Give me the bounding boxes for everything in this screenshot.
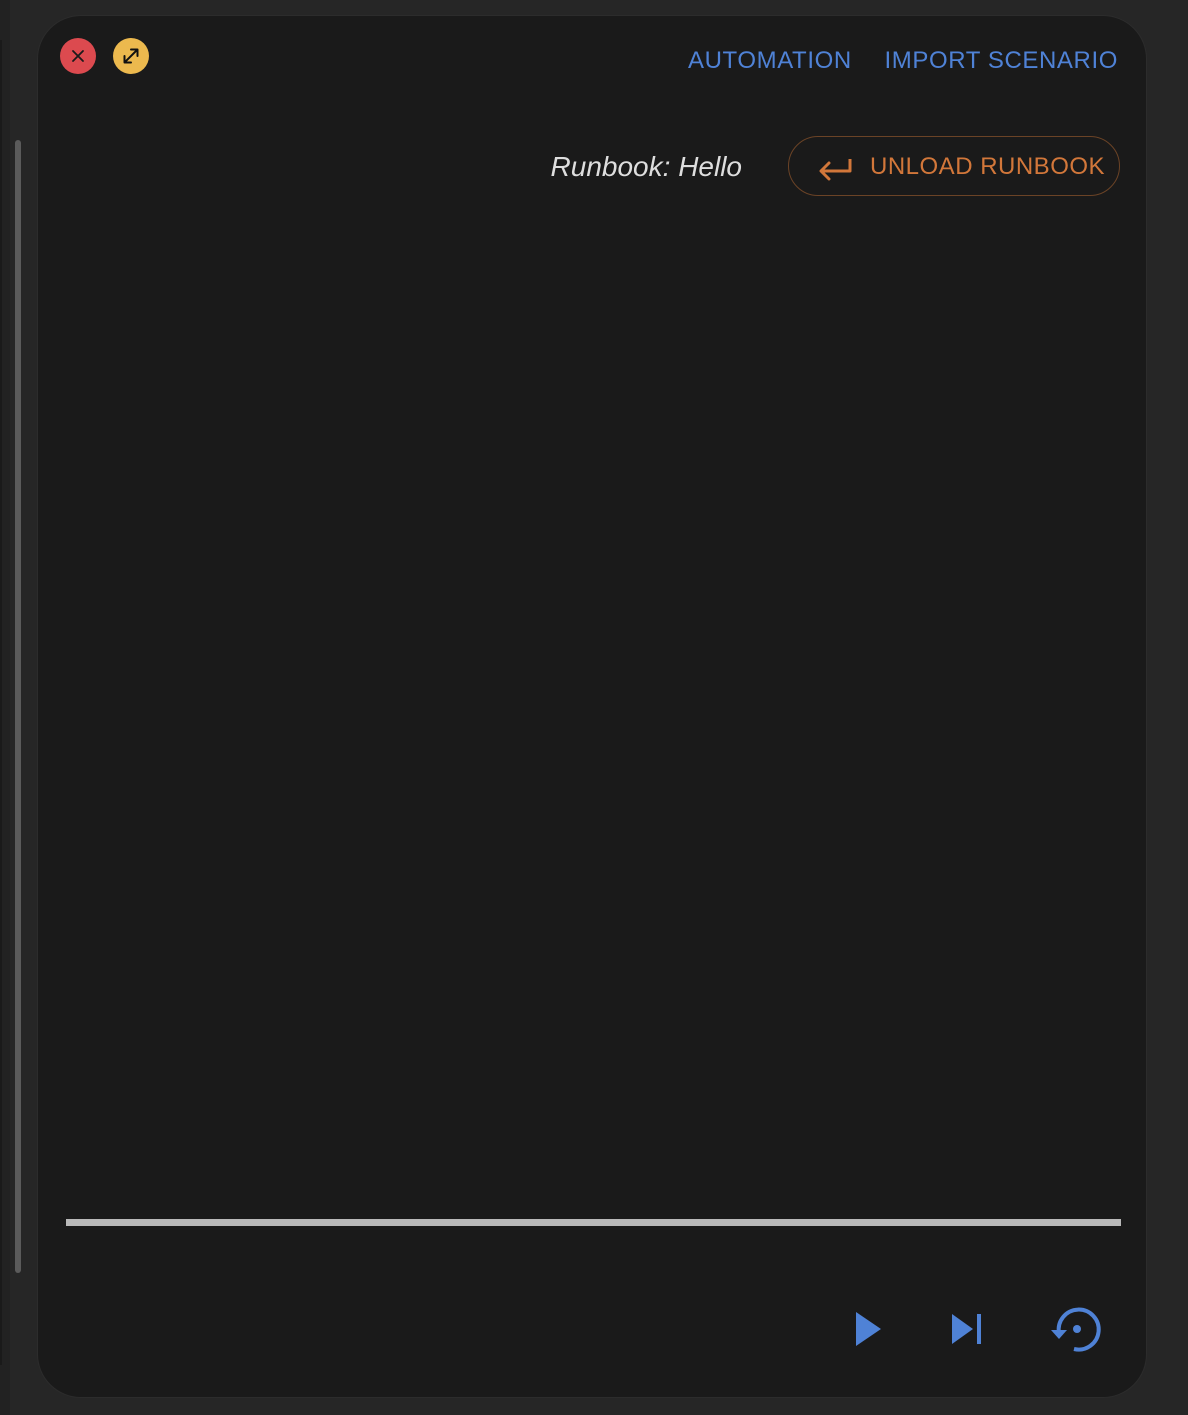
play-icon bbox=[856, 1312, 881, 1346]
progress-bar bbox=[66, 1219, 1121, 1226]
automation-link[interactable]: AUTOMATION bbox=[688, 44, 852, 78]
unload-runbook-button[interactable]: UNLOAD RUNBOOK bbox=[788, 136, 1120, 196]
return-arrow-icon bbox=[819, 159, 852, 181]
scrollbar[interactable] bbox=[14, 140, 22, 1273]
restart-button[interactable] bbox=[1043, 1299, 1103, 1359]
progress-bar-fill bbox=[66, 1219, 1121, 1226]
restart-icon bbox=[1051, 1307, 1101, 1352]
expand-button[interactable] bbox=[113, 38, 149, 74]
background-edge bbox=[0, 0, 10, 1415]
import-scenario-link[interactable]: IMPORT SCENARIO bbox=[885, 44, 1118, 78]
play-button[interactable] bbox=[835, 1299, 895, 1359]
runbook-name: Runbook: Hello bbox=[550, 151, 742, 182]
edge-divider bbox=[0, 40, 2, 1365]
close-icon bbox=[72, 50, 84, 62]
scrollbar-thumb[interactable] bbox=[15, 140, 21, 1273]
expand-diagonal-icon bbox=[123, 48, 139, 64]
skip-next-icon bbox=[952, 1314, 981, 1344]
unload-runbook-label: UNLOAD RUNBOOK bbox=[870, 153, 1106, 180]
runbook-panel: AUTOMATION IMPORT SCENARIO Runbook: Hell… bbox=[37, 15, 1147, 1398]
skip-next-button[interactable] bbox=[938, 1299, 998, 1359]
close-button[interactable] bbox=[60, 38, 96, 74]
